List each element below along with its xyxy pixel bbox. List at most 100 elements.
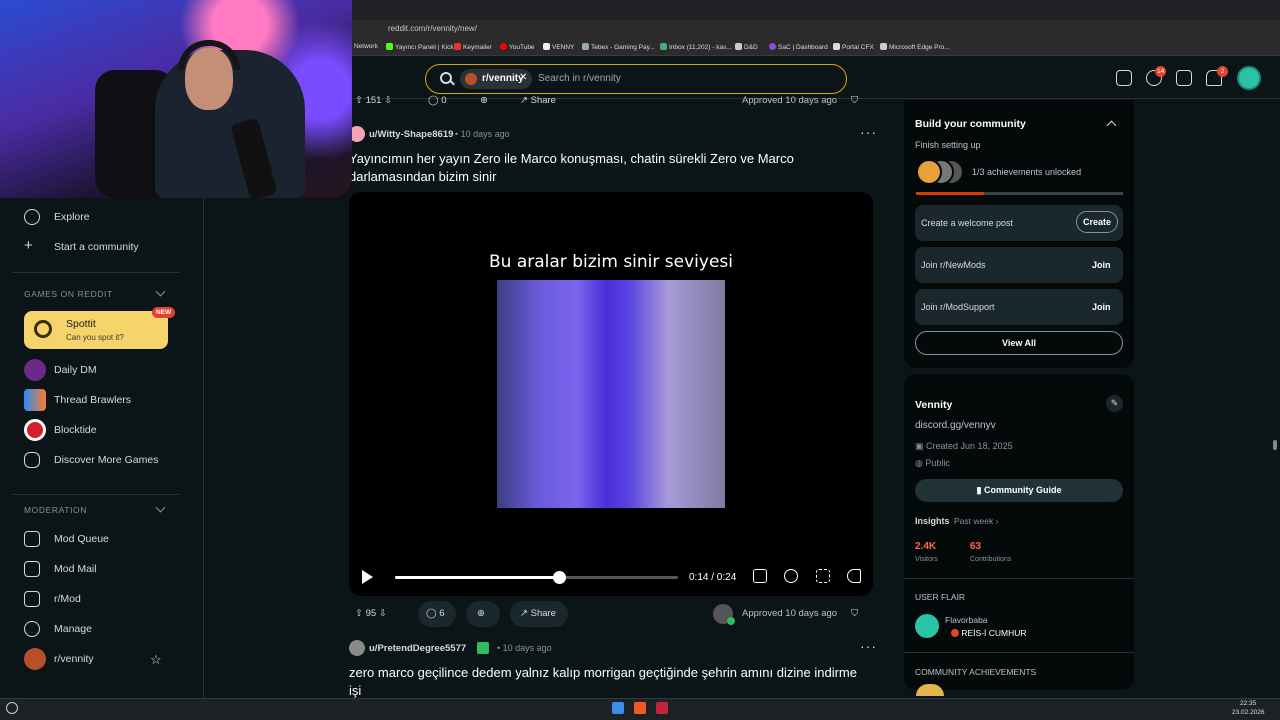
visitors-count: 2.4K	[915, 541, 937, 552]
award-button[interactable]: ⊕	[480, 91, 488, 111]
video-time: 0:14 / 0:24	[689, 572, 737, 583]
queue-icon	[24, 531, 40, 547]
sidebar-item-r-vennity[interactable]: r/vennity	[24, 646, 94, 672]
gear-icon	[24, 621, 40, 637]
task-label: Join r/NewMods	[921, 260, 986, 270]
bookmark-item[interactable]: D&D	[735, 43, 758, 51]
sidebar-item-daily-dm[interactable]: Daily DM	[24, 357, 97, 383]
webcam-overlay	[0, 0, 352, 198]
view-all-button[interactable]: View All	[915, 331, 1123, 355]
create-button[interactable]: Create	[1076, 211, 1118, 233]
bookmark-item[interactable]: YouTube	[500, 43, 535, 51]
flair-text[interactable]: REİS-İ CUMHUR	[951, 628, 1027, 638]
spottit-title: Spottit	[66, 318, 96, 330]
approved-status: Approved 10 days ago	[742, 95, 838, 106]
create-post-icon[interactable]	[1176, 70, 1192, 86]
sidebar-item-blocktide[interactable]: Blocktide	[24, 417, 97, 443]
settings-icon[interactable]	[6, 702, 18, 714]
sidebar-item-explore[interactable]: Explore	[24, 204, 90, 230]
sidebar-item-manage[interactable]: Manage	[24, 616, 92, 642]
bookmark-item[interactable]: Yayıncı Paneli | Kick	[386, 43, 454, 51]
play-icon[interactable]	[362, 570, 373, 584]
sidebar-item-start-community[interactable]: + Start a community	[24, 234, 139, 260]
bookmark-item[interactable]: VENNY	[543, 43, 574, 51]
user-flair-header: USER FLAIR	[915, 592, 966, 602]
avatar[interactable]	[1237, 66, 1261, 90]
achievements-text: 1/3 achievements unlocked	[972, 167, 1082, 177]
community-achievements-header: COMMUNITY ACHIEVEMENTS	[915, 667, 1037, 677]
author-avatar[interactable]	[349, 640, 365, 656]
post-author[interactable]: u/PretendDegree5577	[369, 643, 466, 654]
app-icon[interactable]	[656, 702, 668, 714]
flair-username: Flavorbaba	[945, 615, 988, 625]
divider	[904, 652, 1134, 653]
close-icon[interactable]: ✕	[519, 72, 527, 83]
sidebar-item-discover-games[interactable]: Discover More Games	[24, 447, 158, 473]
share-button[interactable]: ↗ Share	[510, 601, 568, 627]
post-title[interactable]: zero marco geçilince dedem yalnız kalıp …	[349, 664, 859, 700]
games-section-header[interactable]: GAMES ON REDDIT	[24, 289, 113, 299]
clock-date[interactable]: 23.02.2026	[1232, 709, 1265, 716]
video-progress-fill	[395, 576, 560, 579]
scrollbar[interactable]	[1273, 440, 1277, 450]
community-description: discord.gg/vennyv	[915, 420, 996, 431]
bookmark-item[interactable]: Keymailer	[454, 43, 492, 51]
community-guide-button[interactable]: ▮ Community Guide	[915, 479, 1123, 502]
more-options-icon[interactable]: ···	[860, 638, 877, 654]
achievement-badge	[916, 159, 942, 185]
upvote-button[interactable]: ⇧ 151 ⇩	[355, 91, 392, 111]
join-button[interactable]: Join	[1092, 302, 1111, 312]
card-subtitle: Finish setting up	[915, 140, 981, 150]
url-text[interactable]: reddit.com/r/vennity/new/	[388, 24, 477, 33]
sidebar-item-mod-queue[interactable]: Mod Queue	[24, 526, 109, 552]
subreddit-avatar	[465, 73, 477, 85]
bookmark-item[interactable]: Network	[354, 43, 378, 50]
clock-time[interactable]: 22:35	[1240, 700, 1256, 707]
sidebar-item-thread-brawlers[interactable]: Thread Brawlers	[24, 387, 131, 413]
bookmark-item[interactable]: Tebex - Gaming Pay...	[582, 43, 655, 51]
post-author[interactable]: u/Witty-Shape8619	[369, 129, 453, 140]
gamepad-icon	[24, 452, 40, 468]
edit-icon[interactable]: ✎	[1106, 395, 1123, 412]
shield-icon[interactable]: ⛉	[851, 604, 858, 624]
advertise-icon[interactable]	[1116, 70, 1132, 86]
mod-icon	[24, 591, 40, 607]
search-input[interactable]: Search in r/vennity	[538, 73, 621, 84]
sidebar-item-r-mod[interactable]: r/Mod	[24, 586, 81, 612]
join-button[interactable]: Join	[1092, 260, 1111, 270]
bookmark-item[interactable]: SaC | Dashboard	[769, 43, 828, 51]
insights-range[interactable]: Past week ›	[954, 516, 998, 526]
video-caption: Bu aralar bizim sinir seviyesi	[489, 252, 733, 272]
windows-start-icon[interactable]	[612, 702, 624, 714]
award-button[interactable]: ⊕	[466, 601, 500, 627]
shield-icon[interactable]: ⛉	[851, 91, 858, 111]
share-button[interactable]: ↗ Share	[520, 91, 556, 111]
flair-icon	[477, 642, 489, 654]
volume-icon[interactable]	[847, 569, 861, 583]
post-title[interactable]: Yayıncımın her yayın Zero ile Marco konu…	[349, 150, 849, 186]
magnifier-icon	[34, 320, 52, 338]
divider	[12, 494, 180, 495]
moderation-section-header[interactable]: MODERATION	[24, 505, 87, 515]
explore-icon	[24, 209, 40, 225]
approved-check-icon	[727, 617, 735, 625]
more-options-icon[interactable]: ···	[860, 124, 877, 140]
brave-icon[interactable]	[634, 702, 646, 714]
subreddit-avatar	[24, 648, 46, 670]
comments-button[interactable]: ◯ 6	[418, 601, 456, 627]
video-frame	[497, 280, 725, 508]
comments-button[interactable]: ◯ 0	[428, 91, 447, 111]
star-icon[interactable]: ☆	[150, 652, 162, 668]
settings-icon[interactable]	[784, 569, 798, 583]
upvote-button[interactable]: ⇧ 95 ⇩	[355, 604, 387, 624]
approved-status: Approved 10 days ago	[742, 608, 838, 619]
search-icon	[440, 72, 452, 84]
post-time: • 10 days ago	[455, 129, 510, 139]
bookmark-item[interactable]: Microsoft Edge Pro...	[880, 43, 950, 51]
captions-icon[interactable]	[753, 569, 767, 583]
mail-icon	[24, 561, 40, 577]
sidebar-item-mod-mail[interactable]: Mod Mail	[24, 556, 97, 582]
fullscreen-icon[interactable]	[816, 569, 830, 583]
bookmark-item[interactable]: Inbox (11,202) - kas...	[660, 43, 732, 51]
bookmark-item[interactable]: Portal CFX	[833, 43, 874, 51]
